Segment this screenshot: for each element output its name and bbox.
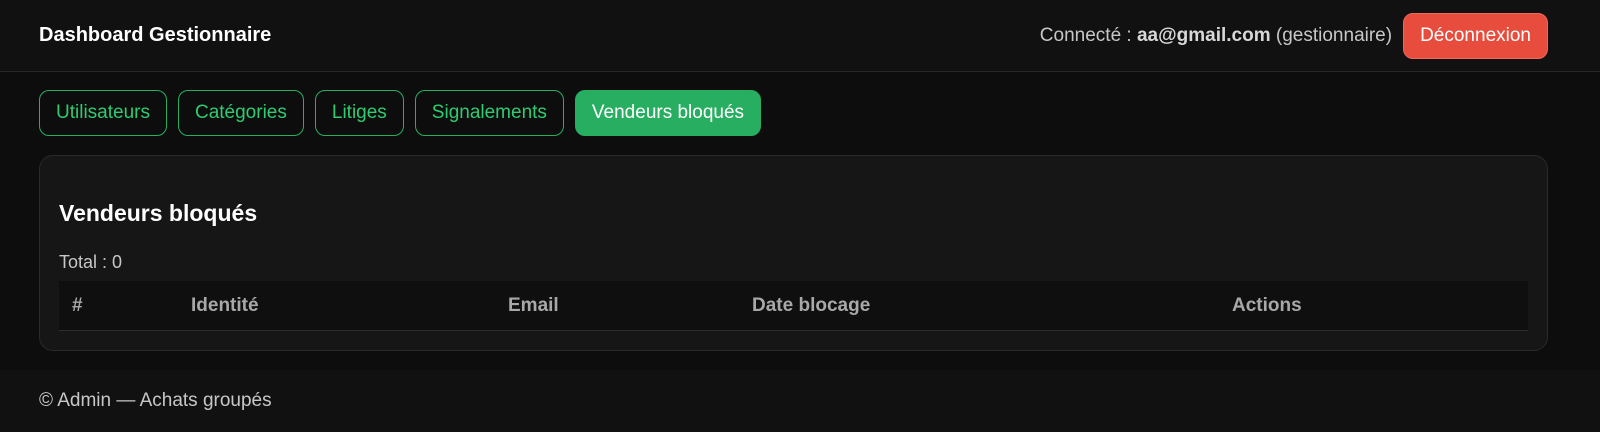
column-header-identite: Identité (191, 295, 259, 316)
column-header-date-blocage: Date blocage (752, 295, 871, 316)
section-title: Vendeurs bloqués (59, 200, 258, 226)
column-header-email: Email (508, 295, 559, 316)
table-header: # Identité Email Date blocage Actions (59, 281, 1528, 331)
user-email: aa@gmail.com (1136, 24, 1271, 46)
tab-utilisateurs[interactable]: Utilisateurs (39, 90, 167, 136)
total-count: Total : 0 (59, 252, 123, 272)
column-header-index: # (72, 295, 83, 316)
user-role: (gestionnaire) (1275, 24, 1393, 46)
tab-vendeurs-bloques[interactable]: Vendeurs bloqués (574, 90, 762, 136)
tab-litiges[interactable]: Litiges (314, 90, 404, 136)
column-header-actions: Actions (1232, 295, 1302, 316)
user-area: Connecté : aa@gmail.com (gestionnaire) D… (1040, 12, 1548, 59)
tab-categories[interactable]: Catégories (177, 90, 304, 136)
blocked-sellers-card: Vendeurs bloqués Total : 0 # Identité Em… (39, 155, 1548, 351)
logout-button[interactable]: Déconnexion (1403, 12, 1548, 59)
app-title: Dashboard Gestionnaire (39, 24, 272, 46)
tab-signalements[interactable]: Signalements (414, 90, 564, 136)
connected-status: Connecté : aa@gmail.com (gestionnaire) (1040, 25, 1392, 47)
footer: © Admin — Achats groupés (0, 370, 1600, 432)
connected-prefix: Connecté : (1039, 24, 1132, 46)
footer-text: © Admin — Achats groupés (39, 390, 272, 411)
top-bar: Dashboard Gestionnaire Connecté : aa@gma… (0, 0, 1600, 72)
